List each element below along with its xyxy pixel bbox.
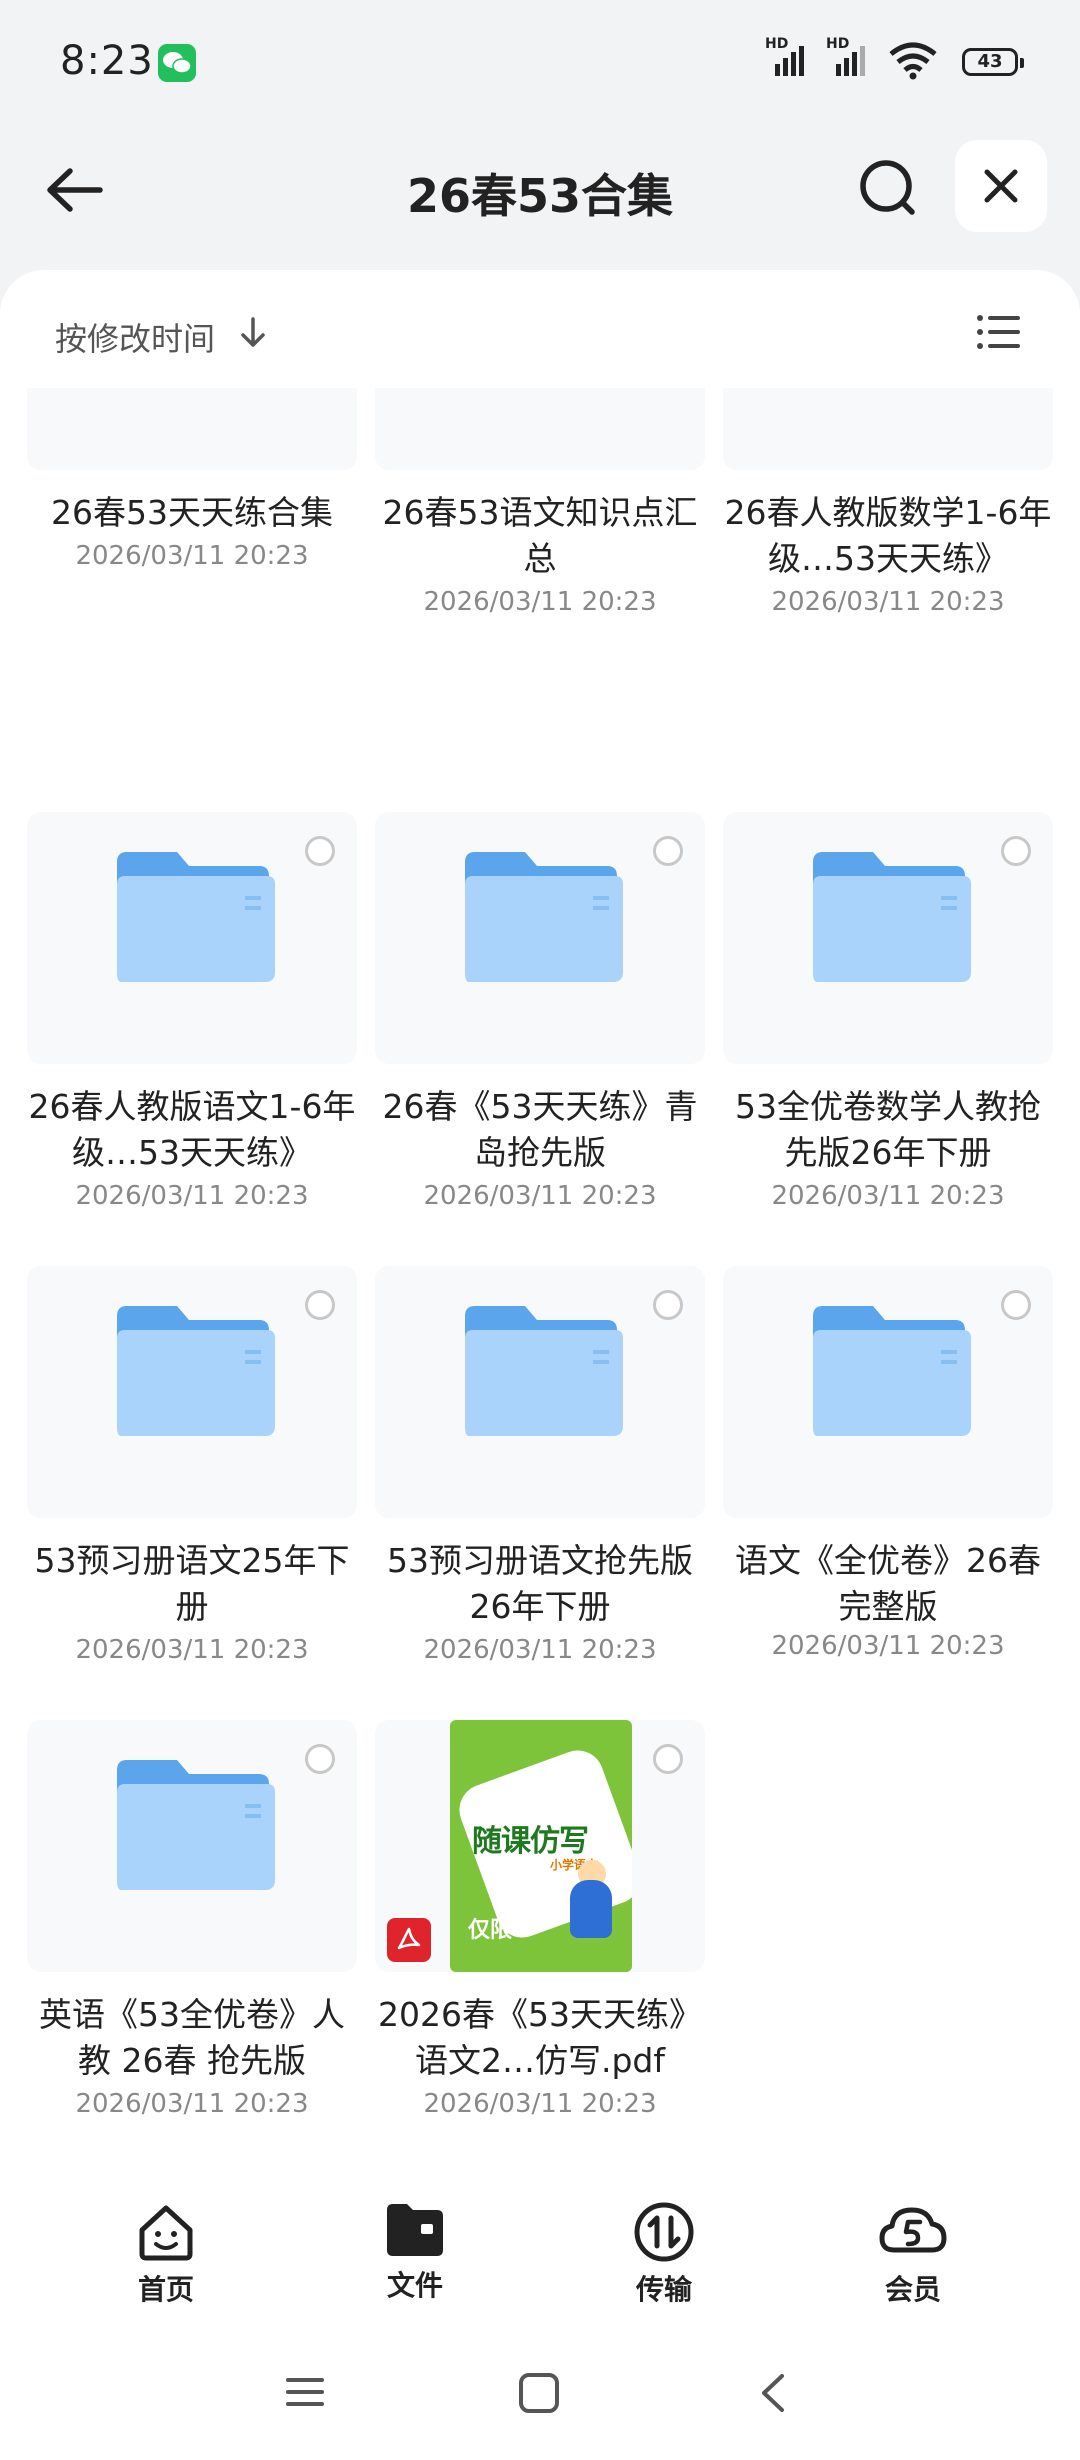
nav-files[interactable]: 文件: [335, 2200, 495, 2304]
select-checkbox[interactable]: [653, 836, 683, 866]
top-app-bar: 26春53合集: [0, 130, 1080, 260]
file-date: 2026/03/11 20:23: [771, 1631, 1005, 1661]
arrow-down-icon[interactable]: [238, 316, 268, 350]
menu-icon[interactable]: [284, 2372, 326, 2412]
select-checkbox[interactable]: [1001, 1290, 1031, 1320]
folder-icon: [813, 1306, 971, 1436]
file-date: 2026/03/11 20:23: [75, 2089, 309, 2119]
files-folder-icon: [387, 2204, 443, 2256]
nav-files-label: 文件: [386, 2269, 443, 2302]
nav-home-label: 首页: [137, 2273, 194, 2306]
battery-indicator: 43: [962, 48, 1024, 76]
file-date: 2026/03/11 20:23: [423, 2089, 657, 2119]
file-name: 26春《53天天练》青岛抢先版: [382, 1087, 698, 1172]
folder-thumbnail: [27, 812, 357, 1064]
status-time: 8:23: [60, 38, 154, 84]
pdf-thumbnail: 随课仿写 小学语文 仅限: [375, 1720, 705, 1972]
close-icon: [984, 169, 1018, 203]
nav-home[interactable]: 首页: [86, 2200, 246, 2308]
sort-by-modified-time[interactable]: 按修改时间: [55, 314, 215, 360]
folder-icon: [813, 852, 971, 982]
file-name: 26春53天天练合集: [51, 493, 333, 532]
member-cloud-icon: [879, 2207, 947, 2253]
folder-thumbnail: [375, 812, 705, 1064]
select-checkbox[interactable]: [653, 1744, 683, 1774]
folder-icon: [117, 852, 275, 982]
home-smile-icon: [139, 2205, 193, 2261]
pdf-cover-title: 随课仿写: [472, 1824, 589, 1859]
nav-member[interactable]: 会员: [833, 2200, 993, 2308]
file-date: 2026/03/11 20:23: [75, 541, 309, 571]
file-name: 26春53语文知识点汇总: [382, 493, 698, 578]
search-button[interactable]: [852, 152, 924, 224]
cellular-signal-icon-2: HD: [826, 36, 878, 84]
file-date: 2026/03/11 20:23: [771, 1181, 1005, 1211]
folder-thumbnail: [375, 1266, 705, 1518]
file-grid: 26春53天天练合集 2026/03/11 20:23 26春53语文知识点汇总…: [0, 388, 1080, 2148]
pdf-cover-banner: 仅限: [468, 1918, 513, 1943]
folder-icon: [117, 1306, 275, 1436]
close-button[interactable]: [955, 140, 1047, 232]
select-checkbox[interactable]: [305, 1744, 335, 1774]
wifi-icon: [888, 42, 938, 84]
select-checkbox[interactable]: [1001, 836, 1031, 866]
select-checkbox[interactable]: [305, 1290, 335, 1320]
select-checkbox[interactable]: [305, 836, 335, 866]
folder-thumbnail: [27, 1720, 357, 1972]
folder-thumbnail: [723, 388, 1053, 470]
file-name: 语文《全优卷》26春完整版: [735, 1541, 1041, 1626]
file-date: 2026/03/11 20:23: [771, 587, 1005, 617]
file-date: 2026/03/11 20:23: [423, 1635, 657, 1665]
system-navigation-bar: [0, 2330, 1080, 2460]
select-checkbox[interactable]: [653, 1290, 683, 1320]
home-square-icon[interactable]: [518, 2372, 560, 2414]
folder-icon: [465, 852, 623, 982]
folder-icon: [465, 1306, 623, 1436]
file-date: 2026/03/11 20:23: [423, 1181, 657, 1211]
wechat-notification-icon: [158, 44, 196, 82]
pdf-icon: [387, 1918, 431, 1962]
file-date: 2026/03/11 20:23: [75, 1181, 309, 1211]
cellular-signal-icon-1: HD: [765, 36, 817, 84]
folder-thumbnail: [723, 812, 1053, 1064]
sort-bar: 按修改时间: [0, 270, 1080, 388]
transfer-icon: [634, 2202, 694, 2262]
file-name: 26春人教版语文1-6年级…53天天练》: [28, 1087, 356, 1172]
file-name: 53全优卷数学人教抢先版26年下册: [735, 1087, 1041, 1172]
folder-thumbnail: [723, 1266, 1053, 1518]
folder-icon: [117, 1760, 275, 1890]
status-bar: 8:23 HD HD 43: [0, 0, 1080, 130]
file-date: 2026/03/11 20:23: [423, 587, 657, 617]
file-name: 英语《53全优卷》人教 26春 抢先版: [39, 1995, 345, 2080]
file-date: 2026/03/11 20:23: [75, 1635, 309, 1665]
file-name: 53预习册语文25年下册: [34, 1541, 350, 1626]
pdf-cover-image: 随课仿写 小学语文 仅限: [450, 1720, 632, 1972]
nav-member-label: 会员: [884, 2273, 941, 2306]
folder-thumbnail: [27, 1266, 357, 1518]
file-browser-panel: 按修改时间 26春53天天练合集 2026/03/11 20:23 26春53语…: [0, 270, 1080, 2180]
list-view-icon[interactable]: [976, 312, 1020, 352]
search-icon: [860, 160, 915, 215]
bottom-navigation: 首页 文件 传输 会员: [0, 2180, 1080, 2330]
back-chevron-icon[interactable]: [756, 2372, 790, 2414]
folder-thumbnail: [375, 388, 705, 470]
file-name: 53预习册语文抢先版26年下册: [387, 1541, 693, 1626]
file-name: 26春人教版数学1-6年级…53天天练》: [724, 493, 1052, 578]
nav-transfer-label: 传输: [635, 2273, 692, 2306]
file-name: 2026春《53天天练》语文2…仿写.pdf: [378, 1995, 702, 2080]
folder-thumbnail: [27, 388, 357, 470]
nav-transfer[interactable]: 传输: [584, 2200, 744, 2308]
